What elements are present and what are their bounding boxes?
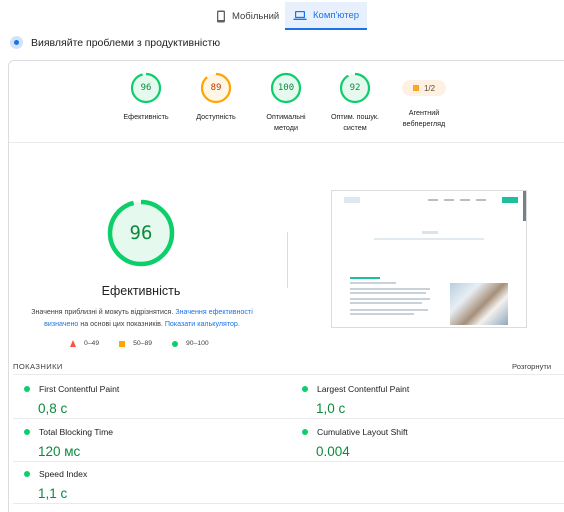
metric-label: Cumulative Layout Shift: [317, 427, 408, 437]
metrics-heading: ПОКАЗНИКИ: [13, 362, 63, 371]
gauge-label: Доступність: [196, 112, 236, 121]
gauge-ring: 92: [339, 72, 371, 104]
gauge-ring: 89: [200, 72, 232, 104]
performance-title: Ефективність: [101, 284, 181, 298]
laptop-icon: [293, 10, 307, 21]
diagnose-title: Виявляйте проблеми з продуктивністю: [31, 36, 221, 49]
legend-good-label: 90–100: [186, 340, 209, 347]
metric-label: First Contentful Paint: [39, 384, 120, 394]
metric-label: Total Blocking Time: [39, 427, 114, 437]
metric-label: Speed Index: [39, 469, 88, 479]
score-note: Значення приблизні й можуть відрізнятися…: [28, 306, 256, 330]
divider: [9, 142, 564, 143]
good-circle-icon: [302, 429, 308, 435]
gauge-label: Агентний вебперегляд: [402, 108, 446, 128]
lighthouse-icon: [10, 36, 23, 49]
diagnose-header: Виявляйте проблеми з продуктивністю: [10, 36, 220, 49]
gauge-ring: 96: [130, 72, 162, 104]
metric-value: 1,0 с: [316, 401, 346, 416]
gauge-score: 100: [277, 83, 295, 93]
legend-poor-label: 0–49: [84, 340, 100, 347]
good-circle-icon: [24, 471, 30, 477]
expand-toggle[interactable]: Розгорнути: [512, 362, 551, 371]
gauge-best-practices[interactable]: 100 Оптимальні методи: [246, 72, 326, 133]
gauge-score: 92: [349, 83, 361, 93]
performance-score: 96: [129, 222, 153, 244]
metric-value: 0.004: [316, 444, 350, 459]
square-icon: [412, 85, 419, 91]
agentic-badge-value: 1/2: [423, 83, 436, 93]
metric-lcp: Largest Contentful Paint 1,0 с: [302, 384, 562, 416]
category-gauges: 96 Ефективність 89 Доступність 100 Оптим…: [0, 72, 564, 142]
screenshot-nav: [332, 196, 526, 204]
good-circle-icon: [24, 429, 30, 435]
good-circle-icon: [24, 386, 30, 392]
metric-speed-index: Speed Index 1,1 с: [24, 469, 284, 501]
gauge-label: Оптимальні методи: [266, 112, 306, 132]
score-legend: 0–49 50–89 90–100: [70, 340, 209, 347]
circle-icon: [172, 340, 179, 347]
note-text-mid: на основі цих показників.: [80, 320, 163, 328]
triangle-icon: [70, 340, 76, 347]
device-tabs: Мобільний Комп'ютер: [0, 0, 564, 30]
legend-average-label: 50–89: [133, 340, 153, 347]
page-screenshot: [331, 190, 527, 328]
gauge-ring: 100: [270, 72, 302, 104]
gauge-accessibility[interactable]: 89 Доступність: [176, 72, 256, 123]
divider: [13, 503, 564, 504]
metric-label: Largest Contentful Paint: [317, 384, 410, 394]
gauge-label: Оптим. пошук. систем: [330, 112, 380, 132]
metric-tbt: Total Blocking Time 120 мс: [24, 427, 284, 459]
phone-icon: [216, 10, 226, 23]
metric-cls: Cumulative Layout Shift 0.004: [302, 427, 562, 459]
gauge-label: Ефективність: [123, 112, 169, 121]
tab-desktop[interactable]: Комп'ютер: [285, 2, 367, 30]
note-text: Значення приблизні й можуть відрізнятися…: [31, 308, 174, 316]
divider: [287, 232, 288, 288]
gauge-performance[interactable]: 96 Ефективність: [106, 72, 186, 123]
tab-mobile-label: Мобільний: [232, 10, 280, 22]
divider: [13, 374, 564, 375]
metric-value: 1,1 с: [38, 486, 68, 501]
metric-fcp: First Contentful Paint 0,8 с: [24, 384, 284, 416]
legend-poor: 0–49: [70, 340, 99, 347]
gauge-score: 89: [210, 83, 222, 93]
tab-mobile[interactable]: Мобільний: [208, 2, 287, 30]
legend-good: 90–100: [172, 340, 209, 347]
screenshot-photo: [450, 283, 508, 325]
screenshot-scrollbar: [523, 191, 526, 221]
square-icon: [119, 340, 126, 347]
divider: [13, 461, 564, 462]
metric-value: 0,8 с: [38, 401, 68, 416]
metric-value: 120 мс: [38, 444, 81, 459]
good-circle-icon: [302, 386, 308, 392]
gauge-seo[interactable]: 92 Оптим. пошук. систем: [315, 72, 395, 133]
agentic-badge: 1/2: [402, 80, 446, 96]
gauge-agentic-browsing[interactable]: 1/2 Агентний вебперегляд: [384, 72, 464, 129]
tab-desktop-label: Комп'ютер: [313, 9, 360, 21]
legend-average: 50–89: [119, 340, 152, 347]
divider: [13, 418, 564, 419]
gauge-score: 96: [140, 83, 152, 93]
calculator-link[interactable]: Показати калькулятор.: [165, 320, 240, 328]
performance-gauge: 96: [106, 198, 176, 268]
